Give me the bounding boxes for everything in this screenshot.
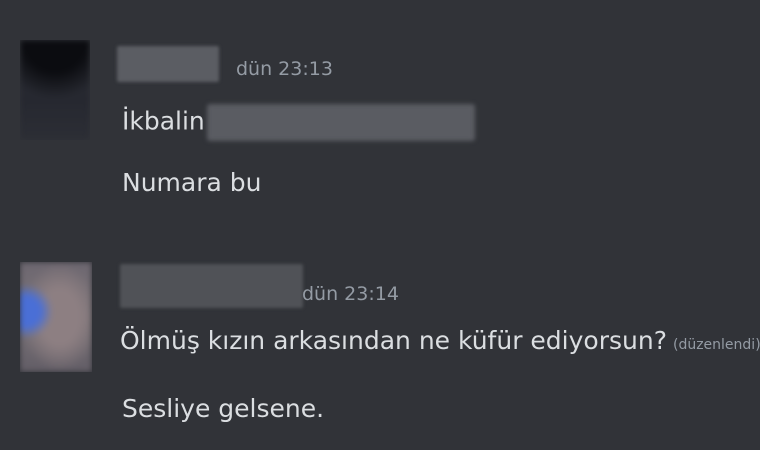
message-text: Numara bu	[122, 168, 262, 197]
message-2: dün 23:14 Ölmüş kızın arkasından ne küfü…	[0, 240, 760, 450]
message-text: Sesliye gelsene.	[122, 394, 325, 423]
redacted-text	[206, 104, 475, 141]
message-text: İkbalin	[122, 104, 475, 141]
message-text-start: İkbalin	[122, 106, 205, 136]
username-redacted[interactable]	[120, 264, 303, 308]
avatar[interactable]	[20, 262, 92, 372]
message-text: Ölmüş kızın arkasından ne küfür ediyorsu…	[120, 326, 760, 355]
avatar[interactable]	[20, 40, 90, 140]
timestamp: dün 23:14	[302, 283, 399, 305]
username-redacted[interactable]	[117, 46, 219, 82]
message-1: dün 23:13 İkbalin Numara bu	[0, 0, 760, 230]
timestamp: dün 23:13	[236, 58, 333, 80]
message-text-content: Ölmüş kızın arkasından ne küfür ediyorsu…	[120, 326, 667, 355]
edited-label: (düzenlendi)	[672, 337, 760, 353]
